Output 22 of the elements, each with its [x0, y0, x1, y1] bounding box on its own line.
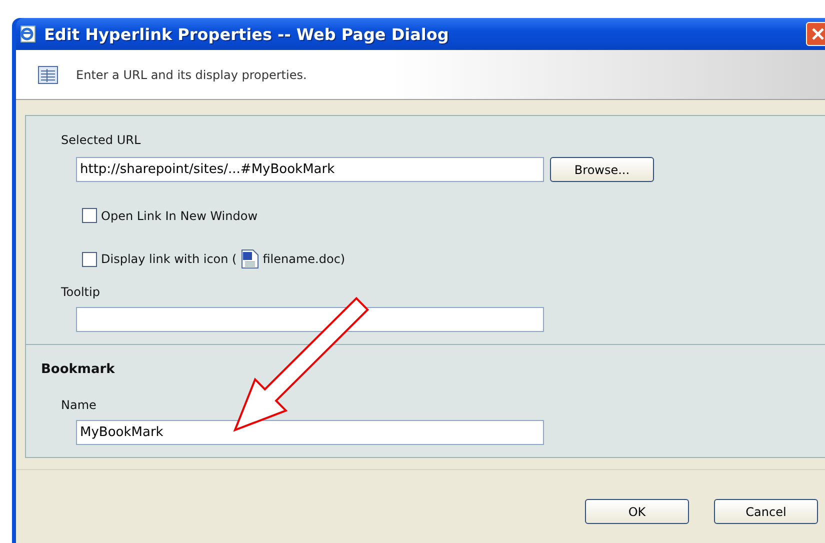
- window-title: Edit Hyperlink Properties -- Web Page Dialog: [44, 24, 450, 44]
- name-field[interactable]: MyBookMark: [76, 420, 544, 445]
- cancel-button[interactable]: Cancel: [714, 499, 818, 524]
- checkbox[interactable]: [82, 252, 97, 266]
- tooltip-field[interactable]: [76, 307, 544, 332]
- close-icon: [811, 27, 825, 41]
- close-button[interactable]: [806, 22, 825, 46]
- url-field[interactable]: http://sharepoint/sites/...#MyBookMark: [76, 157, 544, 182]
- field-label: Name: [61, 398, 98, 412]
- checkbox-label: filename.doc): [262, 252, 346, 266]
- checkbox-label: Open Link In New Window: [101, 208, 258, 222]
- checkbox[interactable]: [82, 208, 97, 223]
- field-label: Tooltip: [61, 285, 101, 299]
- browser-icon: [18, 24, 38, 44]
- browse-button[interactable]: Browse...: [550, 157, 654, 182]
- table-icon: [38, 66, 58, 84]
- document-icon: [240, 249, 259, 269]
- field-label: Selected URL: [61, 133, 142, 147]
- header-message: Enter a URL and its display properties.: [76, 68, 307, 82]
- checkbox-label: Display link with icon (: [101, 252, 237, 266]
- ok-button[interactable]: OK: [585, 499, 689, 524]
- section-heading: Bookmark: [41, 362, 116, 377]
